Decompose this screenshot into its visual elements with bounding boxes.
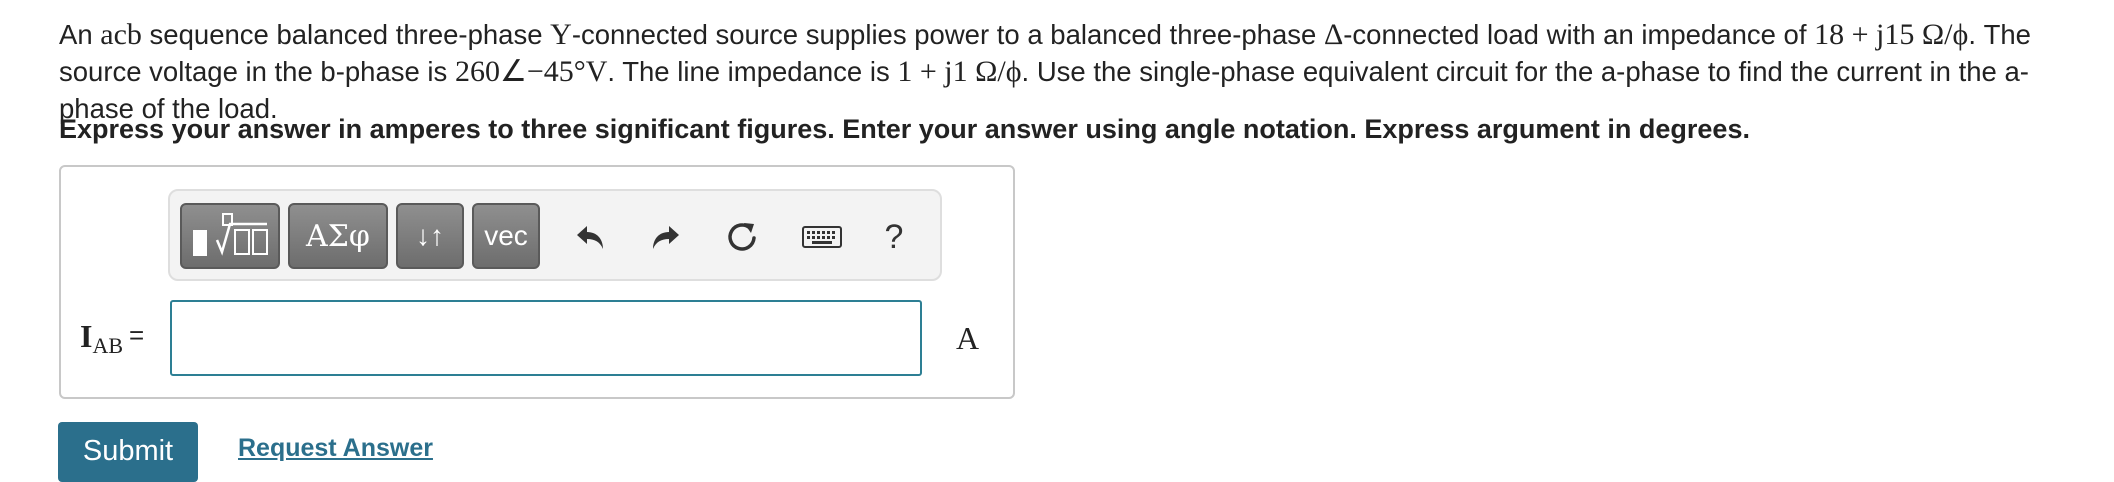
keyboard-button[interactable] [798,213,846,261]
answer-input[interactable] [170,300,922,376]
math-source-connection: Y [550,18,572,51]
answer-variable-label: IAB = [80,318,144,359]
math-load-impedance: 18 + j15 Ω/ϕ [1814,18,1969,51]
templates-button[interactable] [180,203,280,269]
keyboard-icon [802,226,842,248]
submit-button[interactable]: Submit [58,422,198,482]
vector-button[interactable]: vec [472,203,540,269]
question-part: . The line impedance is [607,56,898,87]
math-line-impedance: 1 + j1 Ω/ϕ [897,55,1022,88]
math-load-connection: Δ [1323,18,1344,51]
answer-unit: A [956,320,980,356]
templates-icon [193,213,268,256]
redo-button[interactable] [642,213,690,261]
question-part: An [59,19,101,50]
math-phase-sequence: acb [100,18,142,51]
question-part: -connected source supplies power to a ba… [571,19,1324,50]
math-toolbar: ΑΣφ ↓↑ vec ? [168,189,942,281]
answer-label-main: I [80,318,93,354]
reset-icon [728,223,756,251]
question-part: sequence balanced three-phase [141,19,551,50]
reset-button[interactable] [718,213,766,261]
answer-equals-sign: = [129,320,145,350]
help-button[interactable]: ? [870,213,918,261]
undo-button[interactable] [566,213,614,261]
answer-label-subscript: AB [92,333,124,358]
question-part: -connected load with an impedance of [1343,19,1815,50]
greek-symbols-button[interactable]: ΑΣφ [288,203,388,269]
question-text: An acb sequence balanced three-phase Y-c… [59,16,2099,127]
request-answer-link[interactable]: Request Answer [238,434,433,463]
math-source-voltage: 260∠−45°V [454,55,608,88]
subscript-superscript-button[interactable]: ↓↑ [396,203,464,269]
redo-icon [653,226,679,249]
undo-icon [577,226,603,249]
answer-instruction: Express your answer in amperes to three … [59,114,1750,144]
